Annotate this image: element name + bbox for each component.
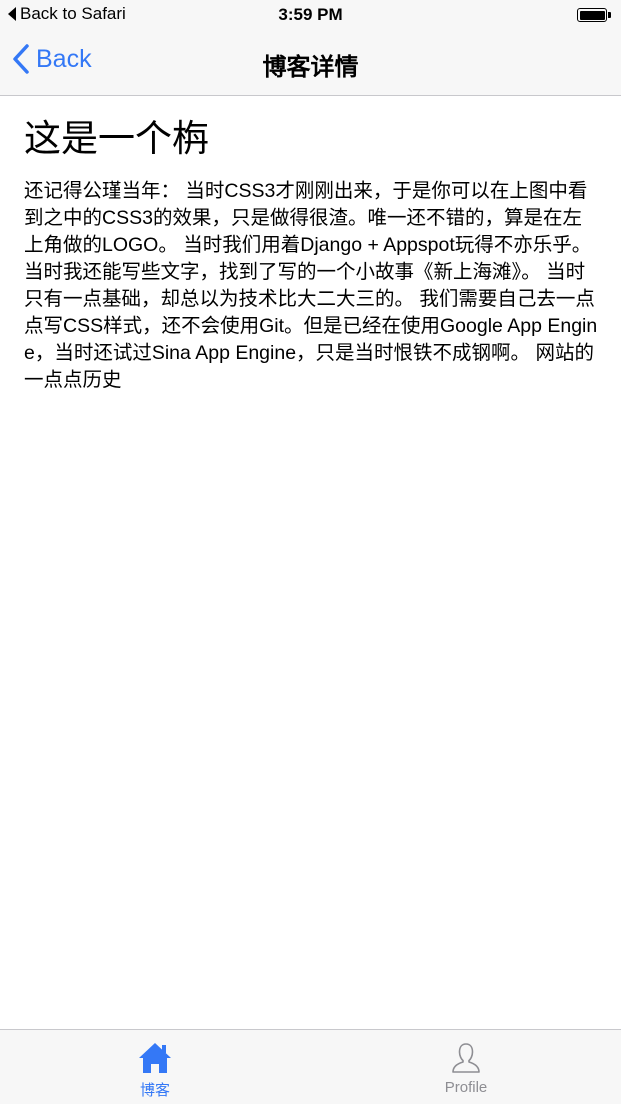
post-content: 这是一个栴 还记得公瑾当年： 当时CSS3才刚刚出来，于是你可以在上图中看到之中…	[24, 96, 599, 394]
tab-bar: 博客 Profile	[0, 1029, 621, 1104]
tab-profile[interactable]: Profile	[311, 1030, 621, 1104]
status-bar: Back to Safari 3:59 PM	[0, 0, 621, 30]
page-title: 博客详情	[262, 54, 359, 81]
tab-profile-label: Profile	[444, 1079, 488, 1096]
battery-icon	[577, 8, 611, 22]
home-icon	[139, 1043, 171, 1073]
status-time: 3:59 PM	[278, 5, 343, 24]
post-title: 这是一个栴	[24, 118, 209, 159]
navigation-bar: Back 博客详情	[0, 30, 621, 96]
app-screen: Back to Safari 3:59 PM Back 博客详情 这是一个栴 还…	[0, 0, 621, 1104]
tab-blog-label: 博客	[139, 1082, 170, 1099]
person-icon	[452, 1043, 480, 1073]
post-body: 还记得公瑾当年： 当时CSS3才刚刚出来，于是你可以在上图中看到之中的CSS3的…	[24, 180, 598, 391]
tab-blog[interactable]: 博客	[0, 1030, 310, 1104]
